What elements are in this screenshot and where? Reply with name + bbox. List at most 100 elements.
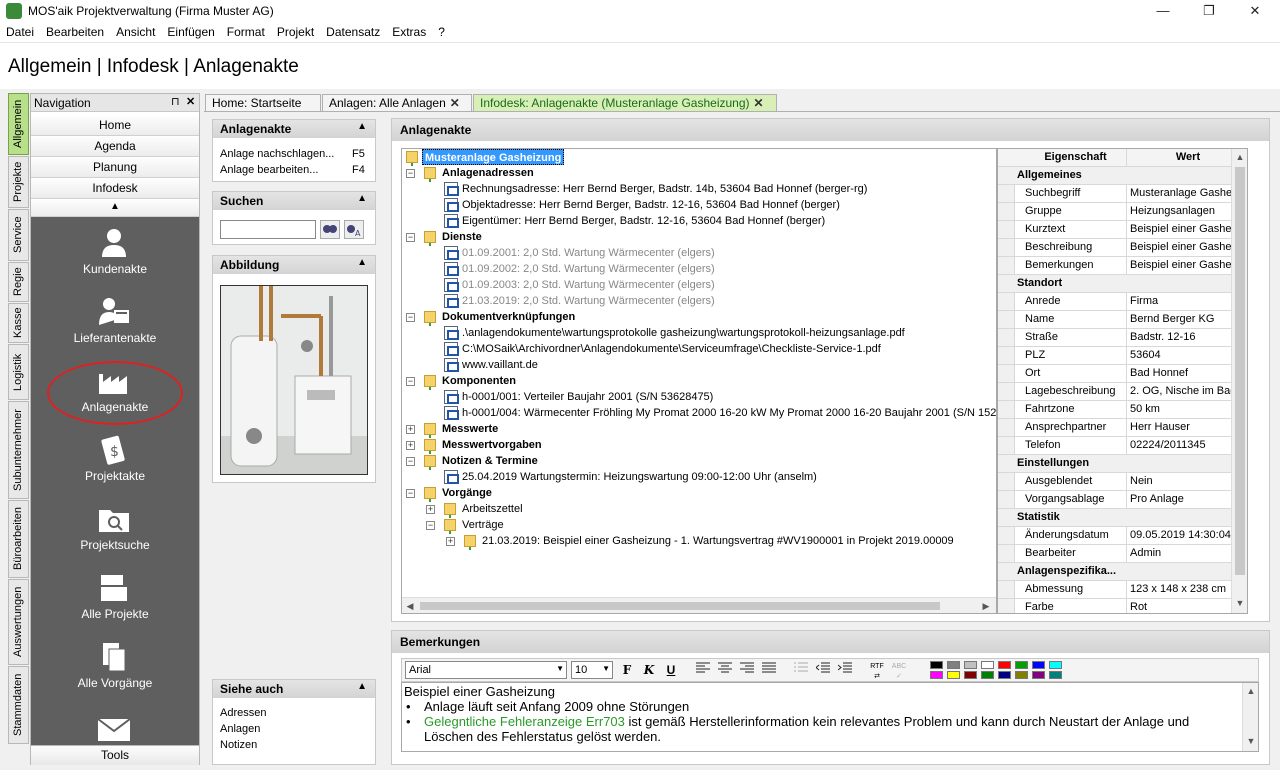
property-value[interactable]: 2. OG, Nische im Bad xyxy=(1128,383,1246,400)
property-row[interactable]: Telefon 02224/2011345 xyxy=(998,437,1247,455)
tree-item[interactable]: 25.04.2019 Wartungstermin: Heizungswartu… xyxy=(462,469,817,485)
indent-icon[interactable] xyxy=(836,662,854,678)
color-swatch[interactable] xyxy=(1049,661,1062,669)
property-group[interactable]: Einstellungen xyxy=(998,455,1247,473)
color-swatch[interactable] xyxy=(981,661,994,669)
bold-button[interactable]: F xyxy=(618,662,636,678)
vtab-regie[interactable]: Regie xyxy=(8,262,29,302)
vtab-subunternehmer[interactable]: Subunternehmer xyxy=(8,401,29,499)
tree-root[interactable]: Musteranlage Gasheizung xyxy=(422,149,565,165)
property-value[interactable]: Nein xyxy=(1128,473,1246,490)
property-row[interactable]: Fahrtzone 50 km xyxy=(998,401,1247,419)
scroll-down-icon[interactable]: ▼ xyxy=(1232,595,1247,611)
color-swatch[interactable] xyxy=(947,671,960,679)
menu-format[interactable]: Format xyxy=(221,22,271,39)
property-value[interactable]: Heizungsanlagen xyxy=(1128,203,1246,220)
collapse-icon[interactable]: − xyxy=(406,377,415,386)
anlage-tree[interactable]: Musteranlage Gasheizung − Anlagenadresse… xyxy=(401,148,997,614)
property-row[interactable]: Lagebeschreibung 2. OG, Nische im Bad xyxy=(998,383,1247,401)
maximize-button[interactable]: ❐ xyxy=(1186,0,1232,22)
tree-node-dienste[interactable]: Dienste xyxy=(442,229,482,245)
tree-item[interactable]: Eigentümer: Herr Bernd Berger, Badstr. 1… xyxy=(462,213,825,229)
expand-icon[interactable]: + xyxy=(426,505,435,514)
property-value[interactable]: 123 x 148 x 238 cm xyxy=(1128,581,1246,598)
scroll-down-icon[interactable]: ▼ xyxy=(1243,733,1258,749)
nav-agenda-button[interactable]: Agenda xyxy=(31,137,199,157)
property-value[interactable]: 09.05.2019 14:30:04 xyxy=(1128,527,1246,544)
collapse-icon[interactable]: − xyxy=(406,489,415,498)
tree-item[interactable]: 21.03.2019: Beispiel einer Gasheizung - … xyxy=(482,533,954,549)
tree-node-vertraege[interactable]: Verträge xyxy=(462,517,504,533)
scroll-up-icon[interactable]: ▲ xyxy=(1232,149,1247,165)
advanced-search-icon[interactable]: A xyxy=(344,220,364,239)
tree-item[interactable]: C:\MOSaik\Archivordner\Anlagendokumente\… xyxy=(462,341,881,357)
property-row[interactable]: Bemerkungen Beispiel einer Gashei... xyxy=(998,257,1247,275)
vtab-kasse[interactable]: Kasse xyxy=(8,303,29,343)
close-button[interactable]: ✕ xyxy=(1232,0,1278,22)
tree-node-vorgaenge[interactable]: Vorgänge xyxy=(442,485,492,501)
scroll-left-icon[interactable]: ◀ xyxy=(402,598,418,613)
expand-icon[interactable]: + xyxy=(406,425,415,434)
expand-icon[interactable]: + xyxy=(446,537,455,546)
anlage-bearbeiten-link[interactable]: Anlage bearbeiten... xyxy=(220,164,318,176)
tree-item[interactable]: 01.09.2002: 2,0 Std. Wartung Wärmecenter… xyxy=(462,261,715,277)
italic-button[interactable]: K xyxy=(640,662,658,678)
color-swatch[interactable] xyxy=(964,671,977,679)
property-row[interactable]: Ausgeblendet Nein xyxy=(998,473,1247,491)
nav-item-mail[interactable] xyxy=(31,705,199,745)
expand-icon[interactable]: + xyxy=(406,441,415,450)
tree-hscrollbar[interactable]: ◀ ▶ xyxy=(402,597,996,613)
menu-bearbeiten[interactable]: Bearbeiten xyxy=(40,22,110,39)
collapse-icon[interactable]: − xyxy=(406,313,415,322)
property-value[interactable]: Admin xyxy=(1128,545,1246,562)
vtab-auswertungen[interactable]: Auswertungen xyxy=(8,579,29,665)
nav-home-button[interactable]: Home xyxy=(31,116,199,136)
remarks-vscrollbar[interactable]: ▲ ▼ xyxy=(1242,683,1258,751)
close-nav-icon[interactable]: ✕ xyxy=(186,95,195,108)
tree-item[interactable]: www.vaillant.de xyxy=(462,357,538,373)
property-row[interactable]: Ansprechpartner Herr Hauser xyxy=(998,419,1247,437)
property-row[interactable]: Abmessung 123 x 148 x 238 cm xyxy=(998,581,1247,599)
property-value[interactable]: Beispiel einer Gashei... xyxy=(1128,257,1246,274)
tab-close-icon[interactable]: ✕ xyxy=(754,96,764,110)
collapse-icon[interactable]: − xyxy=(426,521,435,530)
search-input[interactable] xyxy=(220,220,316,239)
color-swatch[interactable] xyxy=(1032,661,1045,669)
property-group[interactable]: Statistik xyxy=(998,509,1247,527)
menu-projekt[interactable]: Projekt xyxy=(271,22,320,39)
tree-item[interactable]: Rechnungsadresse: Herr Bernd Berger, Bad… xyxy=(462,181,867,197)
collapse-icon[interactable]: ▲ xyxy=(357,681,367,692)
siehe-auch-box-header[interactable]: Siehe auch ▲ xyxy=(213,680,375,698)
justify-icon[interactable] xyxy=(760,662,778,678)
nav-scroll-up[interactable]: ▲ xyxy=(31,200,199,217)
align-center-icon[interactable] xyxy=(716,662,734,678)
collapse-icon[interactable]: ▲ xyxy=(357,257,367,268)
property-value[interactable]: Herr Hauser xyxy=(1128,419,1246,436)
color-swatch[interactable] xyxy=(964,661,977,669)
collapse-icon[interactable]: ▲ xyxy=(357,193,367,204)
underline-button[interactable]: U xyxy=(662,662,680,678)
tree-node-anlagenadressen[interactable]: Anlagenadressen xyxy=(442,165,534,181)
menu-extras[interactable]: Extras xyxy=(386,22,432,39)
property-row[interactable]: Straße Badstr. 12-16 xyxy=(998,329,1247,347)
nav-item-lieferantenakte[interactable]: Lieferantenakte xyxy=(31,291,199,360)
nav-item-projektsuche[interactable]: Projektsuche xyxy=(31,498,199,567)
property-value[interactable]: Musteranlage Gashei... xyxy=(1128,185,1246,202)
color-swatch[interactable] xyxy=(930,661,943,669)
anlagenakte-box-header[interactable]: Anlagenakte ▲ xyxy=(213,120,375,138)
menu-help[interactable]: ? xyxy=(432,22,451,39)
scroll-up-icon[interactable]: ▲ xyxy=(1243,683,1258,699)
collapse-icon[interactable]: − xyxy=(406,169,415,178)
prop-vscrollbar[interactable]: ▲ ▼ xyxy=(1231,149,1247,613)
color-swatch[interactable] xyxy=(1032,671,1045,679)
col-eigenschaft[interactable]: Eigenschaft xyxy=(1015,149,1127,167)
tree-item[interactable]: h-0001/001: Verteiler Baujahr 2001 (S/N … xyxy=(462,389,713,405)
collapse-icon[interactable]: − xyxy=(406,457,415,466)
color-swatch[interactable] xyxy=(1015,671,1028,679)
property-value[interactable]: Beispiel einer Gashei... xyxy=(1128,221,1246,238)
tree-node-komponenten[interactable]: Komponenten xyxy=(442,373,516,389)
property-row[interactable]: Suchbegriff Musteranlage Gashei... xyxy=(998,185,1247,203)
property-value[interactable]: 02224/2011345 xyxy=(1128,437,1246,454)
spellcheck-icon[interactable]: ABC ✓ xyxy=(890,662,908,680)
color-swatch[interactable] xyxy=(981,671,994,679)
